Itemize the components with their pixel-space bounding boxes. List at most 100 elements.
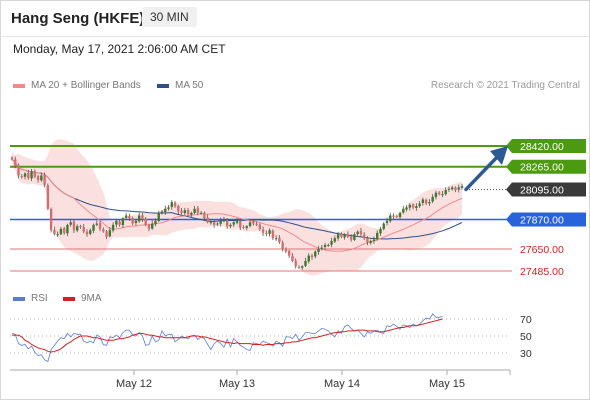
candle-body bbox=[82, 226, 85, 232]
candle-body bbox=[265, 233, 268, 235]
candle-body bbox=[314, 251, 317, 257]
x-tick-label: May 13 bbox=[219, 378, 255, 390]
candle-body bbox=[196, 208, 200, 213]
candle-body bbox=[389, 215, 392, 222]
candle-body bbox=[62, 228, 66, 233]
x-tick-label: May 15 bbox=[429, 378, 465, 390]
candle-body bbox=[222, 219, 226, 221]
candle-body bbox=[304, 260, 307, 266]
candle-body bbox=[206, 217, 209, 223]
candle-body bbox=[239, 220, 242, 228]
candle-body bbox=[183, 210, 187, 214]
candle-body bbox=[157, 212, 160, 221]
candle-body bbox=[216, 223, 219, 225]
x-tick-label: May 14 bbox=[324, 378, 360, 390]
candle-body bbox=[121, 218, 125, 226]
candle-body bbox=[59, 228, 63, 235]
candle-body bbox=[76, 226, 79, 231]
candle-body bbox=[434, 192, 438, 198]
candle-body bbox=[33, 171, 37, 177]
level-label-support: 27485.00 bbox=[520, 266, 564, 278]
candle-body bbox=[69, 222, 72, 225]
candle-body bbox=[147, 225, 151, 229]
candle-body bbox=[27, 172, 30, 179]
candle-body bbox=[79, 225, 82, 227]
candle-body bbox=[193, 208, 196, 213]
candle-body bbox=[43, 175, 46, 185]
price-chart: 28420.00 28265.00 28095.00 27870.00 27650.00… bbox=[10, 139, 586, 390]
candle-body bbox=[349, 236, 353, 240]
candle-body bbox=[437, 192, 441, 195]
rsi-tick-label: 30 bbox=[520, 348, 532, 360]
candle-body bbox=[356, 231, 359, 235]
candle-body bbox=[212, 222, 216, 225]
candle-body bbox=[72, 221, 76, 231]
candle-body bbox=[310, 255, 314, 257]
candle-body bbox=[209, 222, 213, 224]
candle-body bbox=[115, 220, 118, 225]
rsi-ma-line bbox=[12, 318, 443, 353]
candle-body bbox=[245, 226, 248, 228]
candle-body bbox=[395, 216, 398, 218]
candle-body bbox=[85, 231, 89, 235]
candle-body bbox=[20, 175, 23, 177]
candle-body bbox=[411, 204, 415, 208]
candle-body bbox=[398, 212, 402, 218]
candle-body bbox=[252, 221, 255, 224]
candle-body bbox=[154, 220, 157, 225]
x-tick-label: May 12 bbox=[116, 378, 152, 390]
candle-body bbox=[40, 175, 43, 181]
candle-body bbox=[353, 234, 356, 240]
candle-body bbox=[281, 242, 284, 249]
candle-body bbox=[137, 215, 141, 222]
candle-body bbox=[287, 250, 291, 256]
candle-body bbox=[180, 210, 183, 213]
candle-body bbox=[323, 244, 327, 247]
candle-body bbox=[366, 237, 369, 243]
candle-body bbox=[248, 222, 252, 227]
candle-body bbox=[343, 234, 346, 238]
candle-body bbox=[402, 208, 405, 213]
level-label-current: 28095.00 bbox=[520, 184, 564, 196]
candle-body bbox=[317, 248, 320, 253]
candle-body bbox=[408, 204, 412, 208]
candle-body bbox=[105, 231, 108, 237]
rsi-tick-label: 70 bbox=[520, 314, 532, 326]
candle-body bbox=[46, 185, 50, 209]
candle-body bbox=[291, 255, 294, 261]
candle-body bbox=[392, 215, 395, 217]
candle-body bbox=[89, 230, 92, 234]
candle-body bbox=[164, 208, 167, 213]
level-label-resistance: 28265.00 bbox=[520, 162, 564, 174]
candle-body bbox=[362, 234, 366, 239]
candle-body bbox=[327, 244, 330, 246]
candle-body bbox=[441, 194, 444, 196]
candle-body bbox=[98, 223, 102, 229]
candle-body bbox=[258, 224, 262, 229]
candle-body bbox=[268, 230, 271, 234]
candle-body bbox=[261, 229, 265, 233]
candle-body bbox=[346, 234, 350, 237]
candle-body bbox=[170, 202, 173, 207]
candle-body bbox=[340, 233, 343, 237]
candle-body bbox=[219, 220, 222, 224]
candle-body bbox=[36, 176, 40, 181]
candle-body bbox=[177, 206, 180, 212]
candle-body bbox=[151, 223, 154, 229]
candle-body bbox=[56, 234, 59, 236]
candle-body bbox=[49, 208, 53, 231]
candle-body bbox=[173, 202, 177, 207]
rsi-tick-label: 50 bbox=[520, 331, 532, 343]
candle-body bbox=[451, 187, 454, 190]
candle-body bbox=[301, 266, 304, 268]
candle-body bbox=[405, 207, 408, 210]
candle-body bbox=[128, 216, 131, 219]
candle-body bbox=[255, 223, 258, 225]
candle-body bbox=[124, 215, 128, 218]
candle-body bbox=[131, 218, 134, 224]
candle-body bbox=[418, 203, 421, 207]
candle-body bbox=[428, 202, 431, 204]
candle-body bbox=[199, 212, 203, 214]
candle-body bbox=[232, 222, 235, 225]
candle-body bbox=[144, 218, 147, 225]
